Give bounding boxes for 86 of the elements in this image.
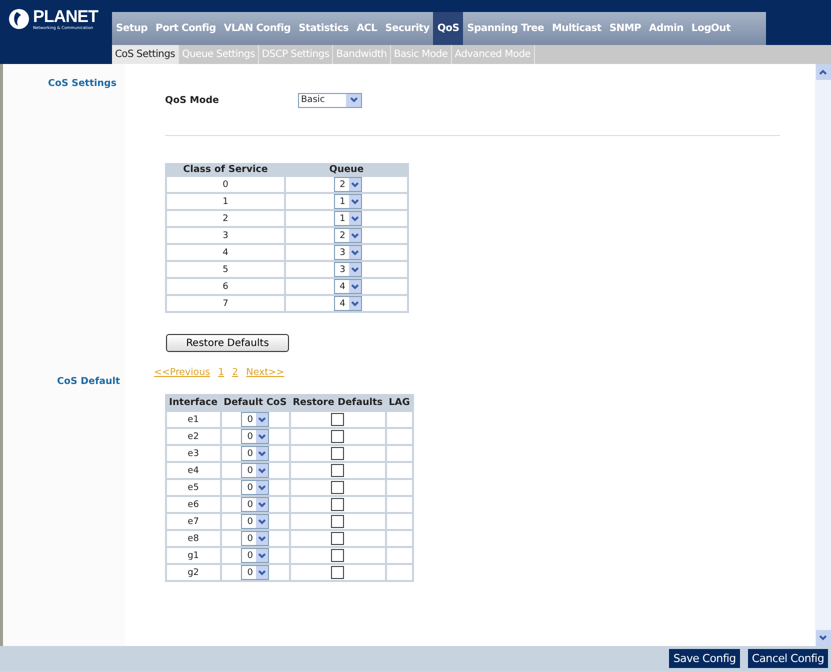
column-header: Class of Service (166, 163, 285, 176)
caret-icon (256, 447, 268, 460)
scroll-down-icon (819, 635, 827, 641)
table-cell: e1 (166, 411, 221, 428)
caret-icon (256, 566, 268, 579)
cos-dropdown[interactable]: 0 (241, 446, 270, 461)
checkbox[interactable] (331, 430, 344, 443)
field-label: QoS Mode (165, 94, 220, 106)
table-cell: g2 (166, 564, 221, 581)
caret-icon (256, 481, 268, 494)
table-cell: e7 (166, 513, 221, 530)
section-heading: CoS Default (57, 376, 120, 387)
column-header: Default CoS (220, 394, 290, 411)
caret-icon (256, 464, 268, 477)
cos-dropdown[interactable]: 0 (241, 514, 270, 529)
checkbox[interactable] (331, 566, 344, 579)
restore-defaults-button[interactable]: Restore Defaults (166, 334, 289, 352)
table-cell: e8 (166, 530, 221, 547)
cos-dropdown[interactable]: 0 (241, 412, 270, 427)
cos-dropdown[interactable]: 0 (241, 463, 270, 478)
checkbox[interactable] (331, 549, 344, 562)
caret-icon (256, 498, 268, 511)
cos-dropdown[interactable]: 0 (241, 497, 270, 512)
queue-dropdown[interactable]: 1 (334, 211, 362, 226)
scroll-up-button[interactable] (816, 64, 830, 80)
queue-dropdown[interactable]: 4 (334, 296, 362, 311)
scroll-up-icon (819, 69, 827, 75)
table-cell: 4 (166, 244, 285, 261)
table-cell: 7 (166, 295, 285, 312)
nav-tab[interactable]: QoS (433, 12, 464, 45)
column-header: Queue (285, 163, 408, 176)
table-cell: 0 (166, 176, 285, 193)
table-cell: e6 (166, 496, 221, 513)
column-header: Restore Defaults (290, 394, 386, 411)
cos-dropdown[interactable]: 0 (241, 480, 270, 495)
table-cell: 2 (166, 210, 285, 227)
footer-button[interactable]: Cancel Config (748, 649, 828, 668)
queue-dropdown[interactable]: 2 (334, 228, 362, 243)
table-cell: e2 (166, 428, 221, 445)
caret-icon (256, 413, 268, 426)
caret-icon (348, 280, 360, 293)
sub-tab[interactable]: CoS Settings (112, 45, 180, 64)
caret-icon (348, 212, 360, 225)
cos-dropdown[interactable]: 0 (241, 429, 270, 444)
queue-dropdown[interactable]: 3 (334, 262, 362, 277)
queue-dropdown[interactable]: 4 (334, 279, 362, 294)
table-cell: e3 (166, 445, 221, 462)
table-cell: e5 (166, 479, 221, 496)
column-header: Interface (166, 394, 221, 411)
checkbox[interactable] (331, 532, 344, 545)
caret-icon (256, 430, 268, 443)
queue-dropdown[interactable]: 2 (334, 177, 362, 192)
checkbox[interactable] (331, 498, 344, 511)
caret-icon (256, 549, 268, 562)
cos-dropdown[interactable]: 0 (241, 548, 270, 563)
table-cell: e4 (166, 462, 221, 479)
caret-icon (346, 94, 361, 106)
logo-icon (8, 8, 30, 30)
caret-icon (256, 532, 268, 545)
section-heading: CoS Settings (48, 78, 116, 89)
logo-name: PLANET (33, 8, 98, 25)
caret-icon (348, 246, 360, 259)
caret-icon (256, 515, 268, 528)
checkbox[interactable] (331, 481, 344, 494)
column-header: LAG (386, 394, 413, 411)
caret-icon (348, 263, 360, 276)
queue-dropdown[interactable]: 3 (334, 245, 362, 260)
caret-icon (348, 297, 360, 310)
cos-dropdown[interactable]: 0 (241, 565, 270, 580)
table-cell: 5 (166, 261, 285, 278)
footer-button[interactable]: Save Config (669, 649, 740, 668)
caret-icon (348, 195, 360, 208)
checkbox[interactable] (331, 515, 344, 528)
mode-dropdown[interactable]: Basic (298, 92, 362, 108)
queue-dropdown[interactable]: 1 (334, 194, 362, 209)
table-cell: g1 (166, 547, 221, 564)
caret-icon (348, 178, 360, 191)
table-cell: 6 (166, 278, 285, 295)
checkbox[interactable] (331, 413, 344, 426)
checkbox[interactable] (331, 464, 344, 477)
caret-icon (348, 229, 360, 242)
checkbox[interactable] (331, 447, 344, 460)
table-cell: 1 (166, 193, 285, 210)
cos-dropdown[interactable]: 0 (241, 531, 270, 546)
scroll-down-button[interactable] (816, 630, 830, 646)
table-cell: 3 (166, 227, 285, 244)
